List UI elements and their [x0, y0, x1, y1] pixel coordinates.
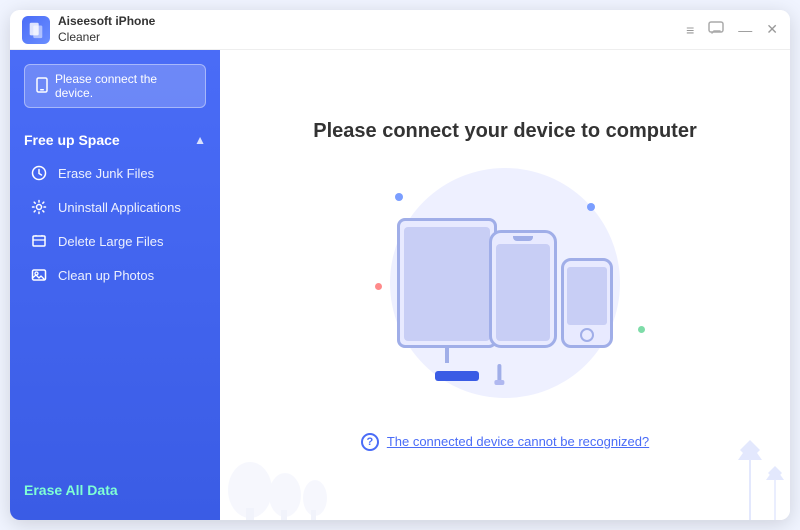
files-icon — [30, 232, 48, 250]
decorative-dot-4 — [638, 326, 645, 333]
device-tablet — [397, 218, 497, 348]
sidebar-item-label: Clean up Photos — [58, 268, 154, 283]
titlebar-controls: ≡ — ✕ — [686, 21, 778, 38]
cable — [445, 345, 449, 363]
small-phone-screen — [567, 267, 607, 325]
app-logo — [22, 16, 50, 44]
help-section: ? The connected device cannot be recogni… — [361, 433, 649, 451]
help-link[interactable]: The connected device cannot be recognize… — [387, 434, 649, 449]
sidebar-item-delete-large[interactable]: Delete Large Files — [10, 224, 220, 258]
decorative-dot-1 — [395, 193, 403, 201]
chevron-up-icon: ▲ — [194, 133, 206, 147]
home-button — [580, 328, 594, 342]
devices-group — [397, 218, 613, 348]
minimize-icon[interactable]: — — [738, 22, 752, 38]
clock-icon — [30, 164, 48, 182]
phone-screen — [496, 244, 550, 341]
trees-decoration — [220, 430, 340, 520]
tablet-screen — [404, 227, 490, 341]
menu-icon[interactable]: ≡ — [686, 22, 694, 38]
decorative-dot-3 — [375, 283, 382, 290]
main-content: Please connect your device to computer — [220, 50, 790, 520]
connect-device-button[interactable]: Please connect the device. — [24, 64, 206, 108]
content-area: Please connect the device. Free up Space… — [10, 50, 790, 520]
help-icon: ? — [361, 433, 379, 451]
connect-btn-label: Please connect the device. — [55, 72, 195, 100]
erase-all-section: Erase All Data — [10, 468, 220, 506]
erase-all-button[interactable]: Erase All Data — [24, 482, 118, 498]
titlebar-left: Aiseesoft iPhone Cleaner — [22, 14, 155, 45]
decorative-dot-2 — [587, 203, 595, 211]
section-label: Free up Space — [24, 132, 120, 148]
sidebar-item-label: Uninstall Applications — [58, 200, 181, 215]
app-title: Aiseesoft iPhone Cleaner — [58, 14, 155, 45]
illustration — [345, 173, 665, 393]
phone-notch — [513, 236, 533, 241]
app-window: Aiseesoft iPhone Cleaner ≡ — ✕ Please co… — [10, 10, 790, 520]
device-phone-large — [489, 230, 557, 348]
cable-area — [445, 345, 449, 363]
photo-icon — [30, 266, 48, 284]
phone-icon — [35, 77, 49, 96]
windmill-decoration — [630, 430, 790, 520]
close-icon[interactable]: ✕ — [766, 21, 778, 38]
chat-icon[interactable] — [708, 21, 724, 38]
device-phone-small — [561, 258, 613, 348]
usb-cable — [492, 364, 506, 391]
section-free-up-space[interactable]: Free up Space ▲ — [10, 124, 220, 156]
sidebar-item-label: Delete Large Files — [58, 234, 164, 249]
titlebar: Aiseesoft iPhone Cleaner ≡ — ✕ — [10, 10, 790, 50]
sidebar-item-erase-junk[interactable]: Erase Junk Files — [10, 156, 220, 190]
page-title: Please connect your device to computer — [313, 120, 696, 143]
sidebar-item-uninstall[interactable]: Uninstall Applications — [10, 190, 220, 224]
gear-icon — [30, 198, 48, 216]
accent-bar — [435, 371, 479, 381]
sidebar-item-clean-photos[interactable]: Clean up Photos — [10, 258, 220, 292]
sidebar: Please connect the device. Free up Space… — [10, 50, 220, 520]
sidebar-item-label: Erase Junk Files — [58, 166, 154, 181]
